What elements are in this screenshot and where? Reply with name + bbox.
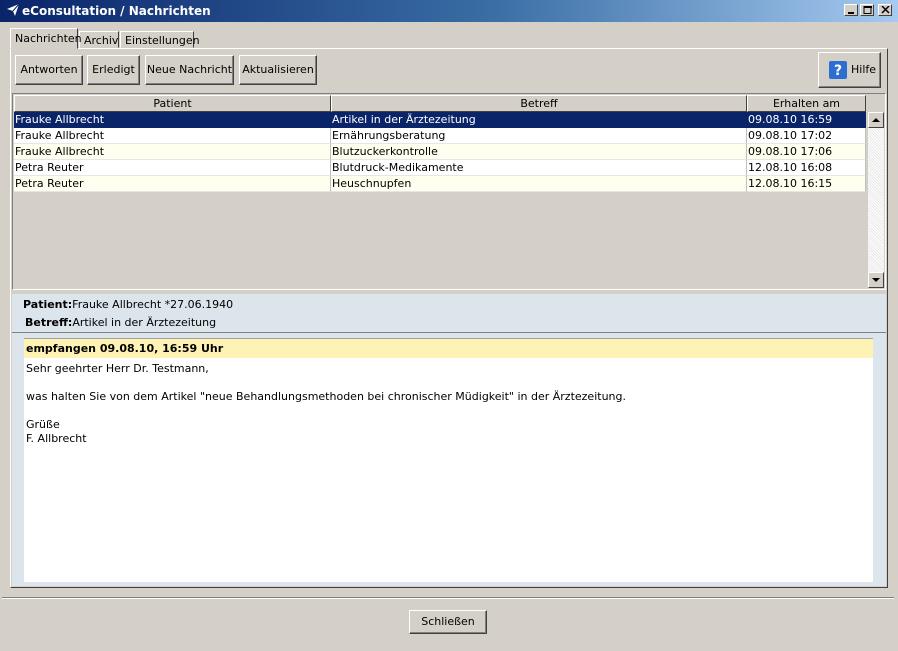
arrow-down-icon xyxy=(872,278,880,282)
cell-subject: Blutzuckerkontrolle xyxy=(331,144,747,160)
help-icon: ? xyxy=(829,61,847,79)
maximize-icon xyxy=(863,6,872,14)
cell-received: 12.08.10 16:08 xyxy=(747,160,866,176)
cell-patient: Frauke Allbrecht xyxy=(14,128,331,144)
column-header-subject[interactable]: Betreff xyxy=(331,95,747,112)
refresh-button[interactable]: Aktualisieren xyxy=(239,55,317,85)
scroll-up-button[interactable] xyxy=(868,112,884,128)
close-button[interactable]: Schließen xyxy=(409,610,487,634)
scroll-down-button[interactable] xyxy=(868,272,884,288)
title-bar: eConsultation / Nachrichten xyxy=(0,0,898,22)
table-row[interactable]: Petra Reuter Blutdruck-Medikamente 12.08… xyxy=(14,160,866,176)
cell-subject: Heuschnupfen xyxy=(331,176,747,192)
message-text: was halten Sie von dem Artikel "neue Beh… xyxy=(26,390,626,403)
arrow-up-icon xyxy=(872,118,880,122)
cell-subject: Blutdruck-Medikamente xyxy=(331,160,747,176)
tab-archiv[interactable]: Archiv xyxy=(79,31,119,48)
cell-subject: Ernährungsberatung xyxy=(331,128,747,144)
close-icon xyxy=(881,6,890,14)
minimize-icon xyxy=(848,12,854,14)
message-header: empfangen 09.08.10, 16:59 Uhr xyxy=(24,339,873,358)
subject-label: Betreff: xyxy=(25,316,73,329)
message-table: Patient Betreff Erhalten am Frauke Allbr… xyxy=(12,93,886,290)
patient-value: Frauke Allbrecht *27.06.1940 xyxy=(72,298,234,311)
table-row[interactable]: Frauke Allbrecht Ernährungsberatung 09.0… xyxy=(14,128,866,144)
window-title: eConsultation / Nachrichten xyxy=(22,4,211,18)
maximize-button[interactable] xyxy=(860,4,874,16)
cell-patient: Frauke Allbrecht xyxy=(14,112,331,128)
message-body[interactable]: empfangen 09.08.10, 16:59 Uhr Sehr geehr… xyxy=(24,338,873,582)
paper-plane-icon xyxy=(7,3,20,16)
table-row[interactable]: Frauke Allbrecht Artikel in der Ärztezei… xyxy=(14,112,866,128)
table-row[interactable]: Frauke Allbrecht Blutzuckerkontrolle 09.… xyxy=(14,144,866,160)
detail-divider xyxy=(12,332,886,333)
detail-patient: Patient:Frauke Allbrecht *27.06.1940 xyxy=(23,298,233,311)
minimize-button[interactable] xyxy=(844,4,858,16)
done-button[interactable]: Erledigt xyxy=(87,55,140,85)
footer-divider xyxy=(2,597,894,599)
patient-label: Patient: xyxy=(23,298,73,311)
column-header-patient[interactable]: Patient xyxy=(14,95,331,112)
cell-received: 09.08.10 17:06 xyxy=(747,144,866,160)
tab-einstellungen[interactable]: Einstellungen xyxy=(120,31,200,48)
message-closing: Grüße xyxy=(26,418,60,431)
cell-patient: Petra Reuter xyxy=(14,176,331,192)
cell-received: 09.08.10 16:59 xyxy=(747,112,866,128)
new-message-button[interactable]: Neue Nachricht xyxy=(145,55,234,85)
column-header-received[interactable]: Erhalten am xyxy=(747,95,866,112)
cell-received: 09.08.10 17:02 xyxy=(747,128,866,144)
subject-value: Artikel in der Ärztezeitung xyxy=(72,316,217,329)
svg-text:?: ? xyxy=(834,63,842,79)
cell-patient: Frauke Allbrecht xyxy=(14,144,331,160)
message-greeting: Sehr geehrter Herr Dr. Testmann, xyxy=(26,362,209,375)
table-row[interactable]: Petra Reuter Heuschnupfen 12.08.10 16:15 xyxy=(14,176,866,192)
detail-subject: Betreff:Artikel in der Ärztezeitung xyxy=(25,316,216,329)
close-window-button[interactable] xyxy=(878,4,892,16)
table-scrollbar[interactable] xyxy=(868,112,884,288)
message-signature: F. Allbrecht xyxy=(26,432,87,445)
cell-patient: Petra Reuter xyxy=(14,160,331,176)
cell-subject: Artikel in der Ärztezeitung xyxy=(331,112,747,128)
help-label: Hilfe xyxy=(851,63,877,76)
cell-received: 12.08.10 16:15 xyxy=(747,176,866,192)
answer-button[interactable]: Antworten xyxy=(15,55,83,85)
tab-nachrichten[interactable]: Nachrichten xyxy=(10,28,82,49)
help-button[interactable]: ? Hilfe xyxy=(818,52,881,88)
